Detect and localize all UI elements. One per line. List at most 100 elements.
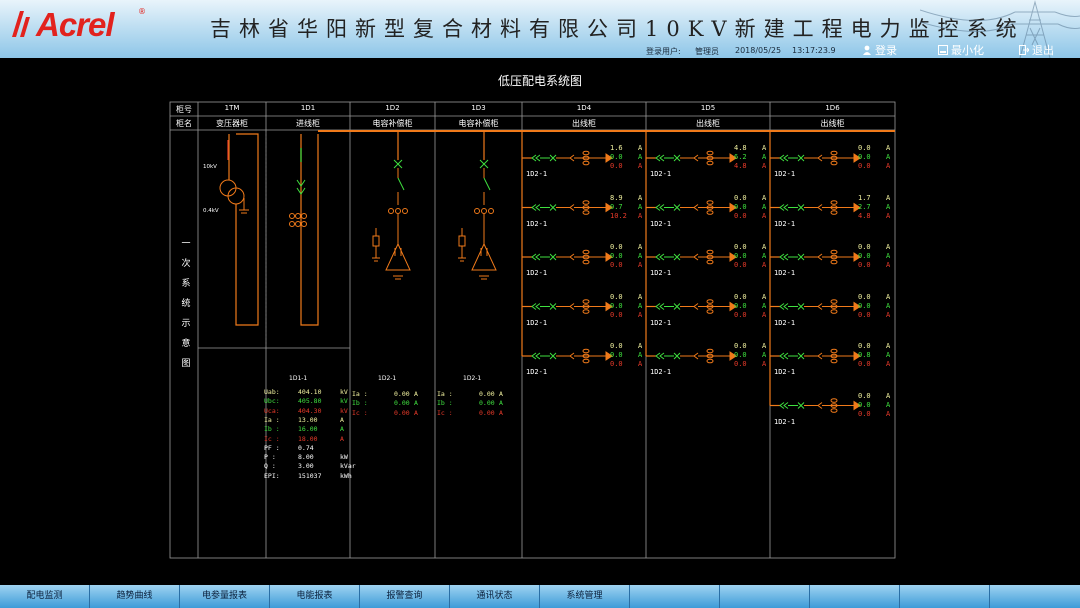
nav-empty-2[interactable] xyxy=(720,585,810,608)
incoming-value: 3.00 xyxy=(298,462,314,471)
ct-symbol xyxy=(289,213,295,219)
unit-label: A xyxy=(762,144,767,152)
switch-x-symbol xyxy=(673,253,681,261)
unit-label: A xyxy=(886,193,891,202)
unit-label: A xyxy=(762,301,767,310)
unit-label: A xyxy=(762,342,767,350)
nav-energy-report[interactable]: 电能报表 xyxy=(270,585,360,608)
ct-symbol xyxy=(582,249,590,255)
cable-end-symbol xyxy=(779,303,789,310)
cable-end-symbol xyxy=(779,352,789,360)
bottom-nav: 配电监测 趋势曲线 电参量报表 电能报表 报警查询 通讯状态 系统管理 xyxy=(0,585,1080,608)
switch-x-symbol xyxy=(797,303,805,310)
incoming-value: 18.00 xyxy=(298,434,318,443)
unit-label: A xyxy=(762,360,767,368)
cable-end-symbol xyxy=(655,204,665,211)
unit-label: A xyxy=(638,252,643,260)
unit-label: A xyxy=(762,211,767,220)
ct-symbol xyxy=(295,213,301,219)
ct-symbol xyxy=(289,221,295,227)
unit-label: A xyxy=(762,261,767,269)
feeder-circuit-id: 1D2-1 xyxy=(650,170,672,178)
nav-comm-status[interactable]: 通讯状态 xyxy=(450,585,540,608)
breaker-symbol xyxy=(569,253,575,261)
incoming-value: 404.10 xyxy=(298,388,322,396)
switch-x-symbol xyxy=(797,352,805,360)
breaker-symbol xyxy=(817,402,823,409)
incoming-value: 404.30 xyxy=(298,406,322,415)
breaker-symbol xyxy=(693,303,699,310)
switch-x-symbol xyxy=(797,402,805,409)
nav-empty-5[interactable] xyxy=(990,585,1080,608)
switch-blade xyxy=(483,177,491,191)
nav-trend-curve[interactable]: 趋势曲线 xyxy=(90,585,180,608)
ct-symbol xyxy=(582,160,590,166)
unit-label: A xyxy=(886,292,891,301)
feeder-current-b: 0.0 xyxy=(610,301,623,310)
feeder-circuit-id: 1D2-1 xyxy=(650,318,672,327)
ct-symbol xyxy=(488,208,494,214)
breaker-symbol xyxy=(817,204,823,211)
feeder-circuit-id: 1D2-1 xyxy=(650,368,672,376)
feeder-current-c: 0.0 xyxy=(610,162,623,170)
nav-power-monitoring[interactable]: 配电监测 xyxy=(0,585,90,608)
breaker-symbol xyxy=(817,303,823,310)
ct-symbol xyxy=(582,309,590,314)
switch-x-symbol xyxy=(673,204,681,211)
incoming-meter-id: 1D1-1 xyxy=(289,375,308,382)
ct-symbol xyxy=(582,150,590,156)
feeder-current-b: 0.0 xyxy=(734,301,747,310)
ct-symbol xyxy=(395,208,401,214)
unit-label: A xyxy=(886,342,891,350)
unit-label: A xyxy=(638,310,643,319)
ct-symbol xyxy=(388,208,394,214)
ct-symbol xyxy=(301,221,307,227)
feeder-current-a: 0.0 xyxy=(610,292,623,301)
capacitor-value: 0.00 xyxy=(394,390,410,398)
feeder-current-a: 0.0 xyxy=(734,193,747,202)
feeder-current-b: 0.0 xyxy=(734,351,747,359)
ct-symbol xyxy=(706,348,714,354)
breaker-symbol xyxy=(569,154,575,162)
cabinet-no-1tm: 1TM xyxy=(224,104,240,112)
switch-blade xyxy=(397,177,405,191)
nav-empty-4[interactable] xyxy=(900,585,990,608)
breaker-symbol xyxy=(693,352,699,360)
incoming-key: Ia : xyxy=(264,415,280,424)
unit-label: A xyxy=(886,261,891,269)
nav-empty-3[interactable] xyxy=(810,585,900,608)
feeder-current-c: 0.0 xyxy=(610,261,623,269)
capacitor-plate xyxy=(479,275,489,280)
nav-empty-1[interactable] xyxy=(630,585,720,608)
unit-label: A xyxy=(886,400,891,409)
feeder-circuit-id: 1D2-1 xyxy=(526,269,548,277)
ct-symbol xyxy=(706,249,714,255)
cable-end-symbol xyxy=(779,204,789,211)
breaker-symbol xyxy=(817,253,823,261)
ct-symbol xyxy=(830,309,838,314)
capacitor-unit: A xyxy=(414,399,418,408)
feeder-current-c: 0.0 xyxy=(734,310,747,319)
incoming-key: P : xyxy=(264,453,276,462)
feeder-current-a: 0.0 xyxy=(610,243,623,251)
unit-label: A xyxy=(762,292,767,301)
nav-parameter-report[interactable]: 电参量报表 xyxy=(180,585,270,608)
switch-x-symbol xyxy=(549,352,557,360)
ct-symbol xyxy=(830,150,838,156)
breaker-symbol xyxy=(569,352,575,360)
feeder-current-a: 0.0 xyxy=(734,342,747,350)
feeder-current-b: 0.8 xyxy=(858,351,871,359)
nav-system-management[interactable]: 系统管理 xyxy=(540,585,630,608)
unit-label: A xyxy=(886,409,891,418)
ct-symbol xyxy=(706,210,714,215)
capacitor-key: Ia : xyxy=(352,390,368,398)
feeder-current-b: 0.0 xyxy=(610,153,623,161)
feeder-current-b: 0.0 xyxy=(610,351,623,359)
capacitor-value: 0.00 xyxy=(479,390,495,398)
cabinet-name-1tm: 变压器柜 xyxy=(216,119,248,128)
unit-label: A xyxy=(886,301,891,310)
feeder-current-b: 0.0 xyxy=(734,202,747,211)
unit-label: A xyxy=(638,342,643,350)
fuse-symbol xyxy=(372,235,380,247)
nav-alarm-query[interactable]: 报警查询 xyxy=(360,585,450,608)
